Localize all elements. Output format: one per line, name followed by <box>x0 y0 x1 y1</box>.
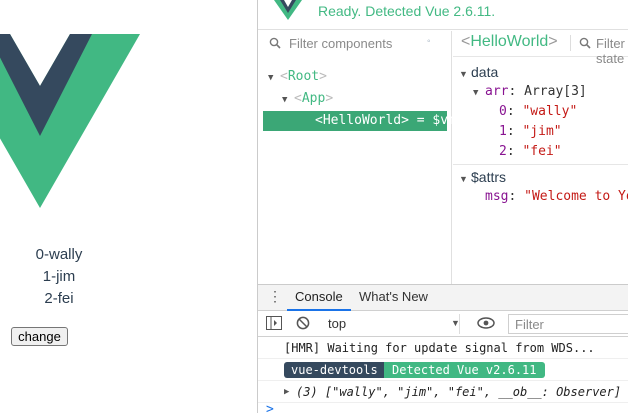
tag-bracket: > <box>548 33 558 50</box>
version-badge: Detected Vue v2.6.11 <box>384 362 545 378</box>
components-pane: Filter components ◦ ▼ <Root> ▼ <App> <Hell… <box>258 31 464 284</box>
section-label: data <box>471 64 499 80</box>
console-message: vue-devtools Detected Vue v2.6.11 <box>258 359 628 381</box>
console-filter-input[interactable]: Filter <box>508 314 628 334</box>
list-item: 2-fei <box>44 290 74 307</box>
more-options-icon[interactable]: ⋮ <box>268 289 282 303</box>
context-selector[interactable]: top ▼ <box>320 314 460 334</box>
tag-bracket: < <box>294 91 302 106</box>
item-list: 0-wally 1-jim 2-fei <box>0 244 118 310</box>
drawer-tabbar: ⋮ Console What's New <box>258 285 628 311</box>
array-value: "wally" <box>522 104 578 119</box>
tag-bracket: > <box>319 69 327 84</box>
tree-node-app[interactable]: ▼ <App> <box>282 89 333 109</box>
expand-arrow-icon[interactable]: ▼ <box>268 68 280 88</box>
msg-property[interactable]: msg: "Welcome to Your Vue.js App" <box>485 187 628 207</box>
property-key: arr <box>485 84 509 99</box>
devtools-badge: vue-devtools <box>284 362 385 378</box>
list-item: 1-jim <box>42 268 76 285</box>
components-filter-input[interactable]: Filter components <box>289 36 392 51</box>
tab-whats-new[interactable]: What's New <box>351 285 436 311</box>
tag-bracket: > <box>401 113 409 128</box>
components-filter[interactable]: Filter components ◦ <box>258 31 452 57</box>
tag-bracket: > <box>325 91 334 106</box>
inspector-header: <HelloWorld> Filter state <box>453 31 628 66</box>
state-filter-input[interactable]: Filter state <box>596 36 628 66</box>
expand-arrow-icon[interactable]: ▼ <box>473 83 485 103</box>
chevron-down-icon: ▼ <box>451 318 460 328</box>
array-value: "fei" <box>522 144 562 159</box>
tag-bracket: < <box>315 113 323 128</box>
log-array: (3) ["wally", "jim", "fei", __ob__: Obse… <box>296 385 622 399</box>
sidebar-toggle-icon[interactable] <box>266 316 282 330</box>
console-toolbar: top ▼ Filter <box>258 311 628 337</box>
section-label: $attrs <box>471 169 507 185</box>
property-type: Array[3] <box>524 84 587 99</box>
vue-devtools-header: Ready. Detected Vue 2.6.11. <box>258 0 628 30</box>
separator <box>570 35 571 51</box>
console-drawer: ⋮ Console What's New top ▼ Filter [HMR] … <box>258 284 628 413</box>
expand-arrow-icon[interactable]: ▼ <box>459 64 471 84</box>
devtools-panel: Ready. Detected Vue 2.6.11. Filter compo… <box>258 0 628 413</box>
array-index: 1 <box>499 124 507 139</box>
console-message[interactable]: ▶ (3) ["wally", "jim", "fei", __ob__: Ob… <box>258 381 628 403</box>
inspector-pane: <HelloWorld> Filter state ▼ data ▼ arr: Ar… <box>453 31 628 284</box>
selected-component-name: <HelloWorld> <box>461 33 558 51</box>
attrs-section-header[interactable]: ▼ $attrs <box>459 167 506 187</box>
console-prompt[interactable]: > <box>266 402 274 413</box>
search-icon <box>579 37 591 49</box>
tree-node-label: App <box>301 91 326 106</box>
section-divider <box>453 164 628 165</box>
eye-icon[interactable] <box>477 316 495 330</box>
search-icon <box>269 37 281 49</box>
property-key: msg <box>485 189 509 204</box>
tree-node-helloworld[interactable]: <HelloWorld> = $vm0 <box>263 111 464 131</box>
expand-arrow-icon[interactable]: ▼ <box>282 90 294 110</box>
tree-node-root[interactable]: ▼ <Root> <box>268 67 327 87</box>
array-item[interactable]: 0: "wally" <box>499 102 577 122</box>
data-section-header[interactable]: ▼ data <box>459 62 498 82</box>
array-value: "jim" <box>522 124 562 139</box>
tag-bracket: < <box>280 69 288 84</box>
vue-logo-icon <box>274 0 302 20</box>
property-value: "Welcome to Your Vue.js App" <box>524 189 628 204</box>
array-item[interactable]: 2: "fei" <box>499 142 562 162</box>
arr-property[interactable]: ▼ arr: Array[3] <box>473 82 587 102</box>
select-target-icon[interactable]: ◦ <box>427 36 431 47</box>
vue-logo <box>0 34 140 208</box>
array-index: 2 <box>499 144 507 159</box>
array-item[interactable]: 1: "jim" <box>499 122 562 142</box>
component-name-text: HelloWorld <box>470 33 549 50</box>
change-button[interactable]: change <box>11 327 68 346</box>
log-text: [HMR] Waiting for update signal from WDS… <box>284 341 595 355</box>
tab-console[interactable]: Console <box>287 285 351 311</box>
expand-arrow-icon[interactable]: ▶ <box>284 381 296 403</box>
tag-bracket: < <box>461 33 471 50</box>
app-page: 0-wally 1-jim 2-fei change <box>0 0 257 413</box>
context-value: top <box>328 316 347 331</box>
status-text: Ready. Detected Vue 2.6.11. <box>318 3 496 19</box>
list-item: 0-wally <box>35 246 83 263</box>
tree-node-label: HelloWorld <box>322 113 402 128</box>
clear-console-icon[interactable] <box>296 316 310 330</box>
console-message: [HMR] Waiting for update signal from WDS… <box>258 337 628 359</box>
array-index: 0 <box>499 104 507 119</box>
filter-placeholder: Filter <box>515 317 544 332</box>
tree-node-label: Root <box>287 69 320 84</box>
expand-arrow-icon[interactable]: ▼ <box>459 169 471 189</box>
